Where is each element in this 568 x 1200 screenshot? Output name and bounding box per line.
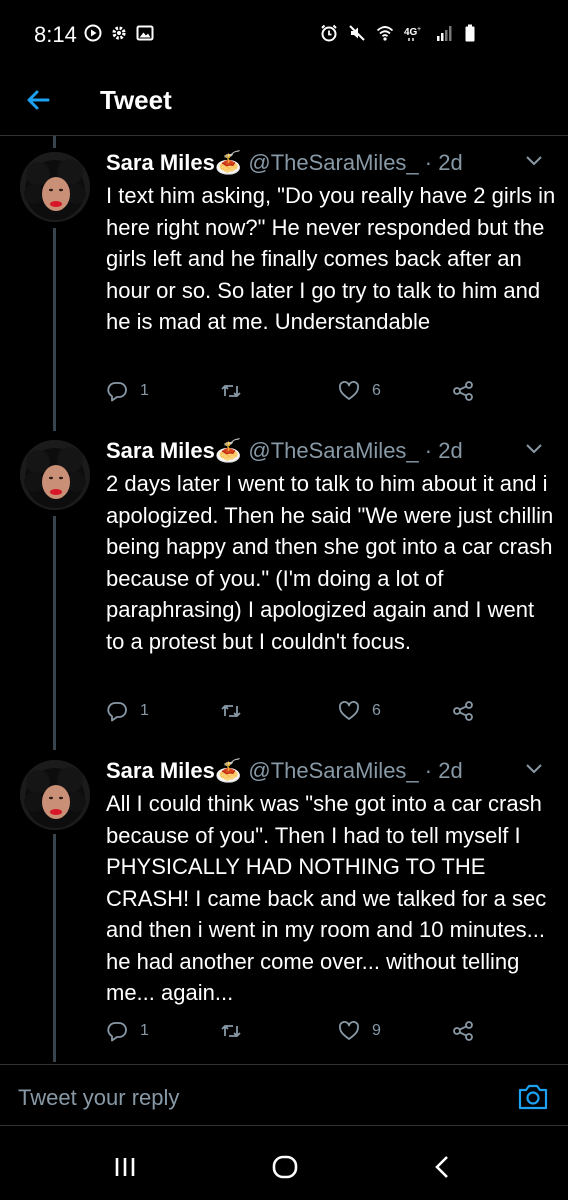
reply-button[interactable]: 1 (106, 1020, 149, 1042)
avatar-photo (20, 440, 90, 510)
tweet-time: 2d (438, 150, 463, 175)
record-icon (84, 24, 102, 42)
back-icon[interactable] (428, 1152, 458, 1182)
chevron-down-icon[interactable] (524, 442, 544, 456)
signal-icon (437, 26, 452, 41)
tweet-separator: · (418, 758, 439, 783)
reply-button[interactable]: 1 (106, 700, 149, 722)
app-header: Tweet (0, 66, 568, 136)
share-button[interactable] (452, 700, 474, 722)
author-handle[interactable]: @TheSaraMiles_ (248, 150, 418, 175)
avatar-photo (20, 760, 90, 830)
pasta-emoji-icon: 🍝 (214, 758, 243, 783)
recents-icon[interactable] (110, 1152, 140, 1182)
like-button[interactable]: 9 (338, 1020, 381, 1042)
retweet-icon (221, 705, 241, 717)
chevron-down-icon[interactable] (524, 762, 544, 776)
author-name[interactable]: Sara Miles (106, 150, 215, 175)
status-right-icons: 4G + (320, 24, 476, 42)
home-icon[interactable] (270, 1152, 300, 1182)
share-icon (453, 701, 473, 721)
share-icon (453, 381, 473, 401)
reply-icon (107, 1022, 127, 1042)
4g-icon: 4G + (404, 26, 421, 41)
tweet-text: I text him asking, "Do you really have 2… (106, 183, 556, 334)
avatar[interactable] (20, 760, 90, 830)
avatar[interactable] (20, 152, 90, 222)
tweet-actions: 1 6 (106, 700, 486, 730)
author-handle[interactable]: @TheSaraMiles_ (248, 758, 418, 783)
tweet-text: 2 days later I went to talk to him about… (106, 471, 554, 654)
share-button[interactable] (452, 380, 474, 402)
alarm-icon (321, 24, 337, 42)
thread-line (53, 136, 56, 148)
reply-input[interactable] (18, 1085, 488, 1111)
camera-icon[interactable] (518, 1083, 548, 1111)
retweet-icon (221, 1025, 241, 1037)
gallery-icon (136, 25, 154, 41)
author-name[interactable]: Sara Miles (106, 758, 215, 783)
status-bar: 8:14 4G + (0, 0, 568, 66)
share-icon (453, 1021, 473, 1041)
status-left-icons (84, 24, 154, 42)
tweet-actions: 1 9 (106, 1020, 486, 1050)
tweet-separator: · (418, 438, 439, 463)
page-title: Tweet (100, 85, 172, 115)
like-count: 9 (372, 1022, 381, 1039)
share-button[interactable] (452, 1020, 474, 1042)
retweet-button[interactable] (220, 380, 254, 402)
battery-icon (465, 24, 475, 42)
reply-icon (107, 702, 127, 722)
tweet-separator: · (418, 150, 439, 175)
tweet-header: Sara Miles🍝 @TheSaraMiles_ · 2d (106, 438, 463, 464)
reply-bar (0, 1064, 568, 1126)
reply-count: 1 (140, 382, 149, 399)
tweet[interactable]: Sara Miles🍝 @TheSaraMiles_ · 2d All I co… (0, 758, 568, 1058)
like-count: 6 (372, 382, 381, 399)
svg-text:4G: 4G (404, 27, 418, 38)
svg-text:+: + (417, 26, 421, 33)
author-handle[interactable]: @TheSaraMiles_ (248, 438, 418, 463)
retweet-button[interactable] (220, 1020, 254, 1042)
tweet-header: Sara Miles🍝 @TheSaraMiles_ · 2d (106, 758, 463, 784)
retweet-button[interactable] (220, 700, 254, 722)
like-count: 6 (372, 702, 381, 719)
pasta-emoji-icon: 🍝 (214, 438, 243, 463)
chevron-down-icon[interactable] (524, 154, 544, 168)
tweet-time: 2d (438, 438, 463, 463)
like-button[interactable]: 6 (338, 380, 381, 402)
tweet-header: Sara Miles🍝 @TheSaraMiles_ · 2d (106, 150, 463, 176)
pasta-emoji-icon: 🍝 (214, 150, 243, 175)
reply-button[interactable]: 1 (106, 380, 149, 402)
mute-icon (349, 25, 365, 41)
avatar[interactable] (20, 440, 90, 510)
retweet-icon (221, 385, 241, 397)
tweet-actions: 1 6 (106, 380, 486, 410)
tweet-text: All I could think was "she got into a ca… (106, 791, 547, 1005)
arrow-left-icon[interactable] (22, 84, 54, 116)
reply-count: 1 (140, 1022, 149, 1039)
author-name[interactable]: Sara Miles (106, 438, 215, 463)
system-nav-bar (0, 1128, 568, 1200)
gear-icon (112, 26, 126, 40)
reply-icon (107, 382, 127, 402)
tweet[interactable]: Sara Miles🍝 @TheSaraMiles_ · 2d 2 days l… (0, 438, 568, 738)
avatar-photo (20, 152, 90, 222)
heart-icon (339, 381, 359, 400)
tweet-time: 2d (438, 758, 463, 783)
heart-icon (339, 701, 359, 720)
like-button[interactable]: 6 (338, 700, 381, 722)
reply-count: 1 (140, 702, 149, 719)
heart-icon (339, 1021, 359, 1040)
status-time: 8:14 (34, 22, 77, 47)
tweet[interactable]: Sara Miles🍝 @TheSaraMiles_ · 2d I text h… (0, 150, 568, 420)
wifi-icon (376, 26, 394, 41)
